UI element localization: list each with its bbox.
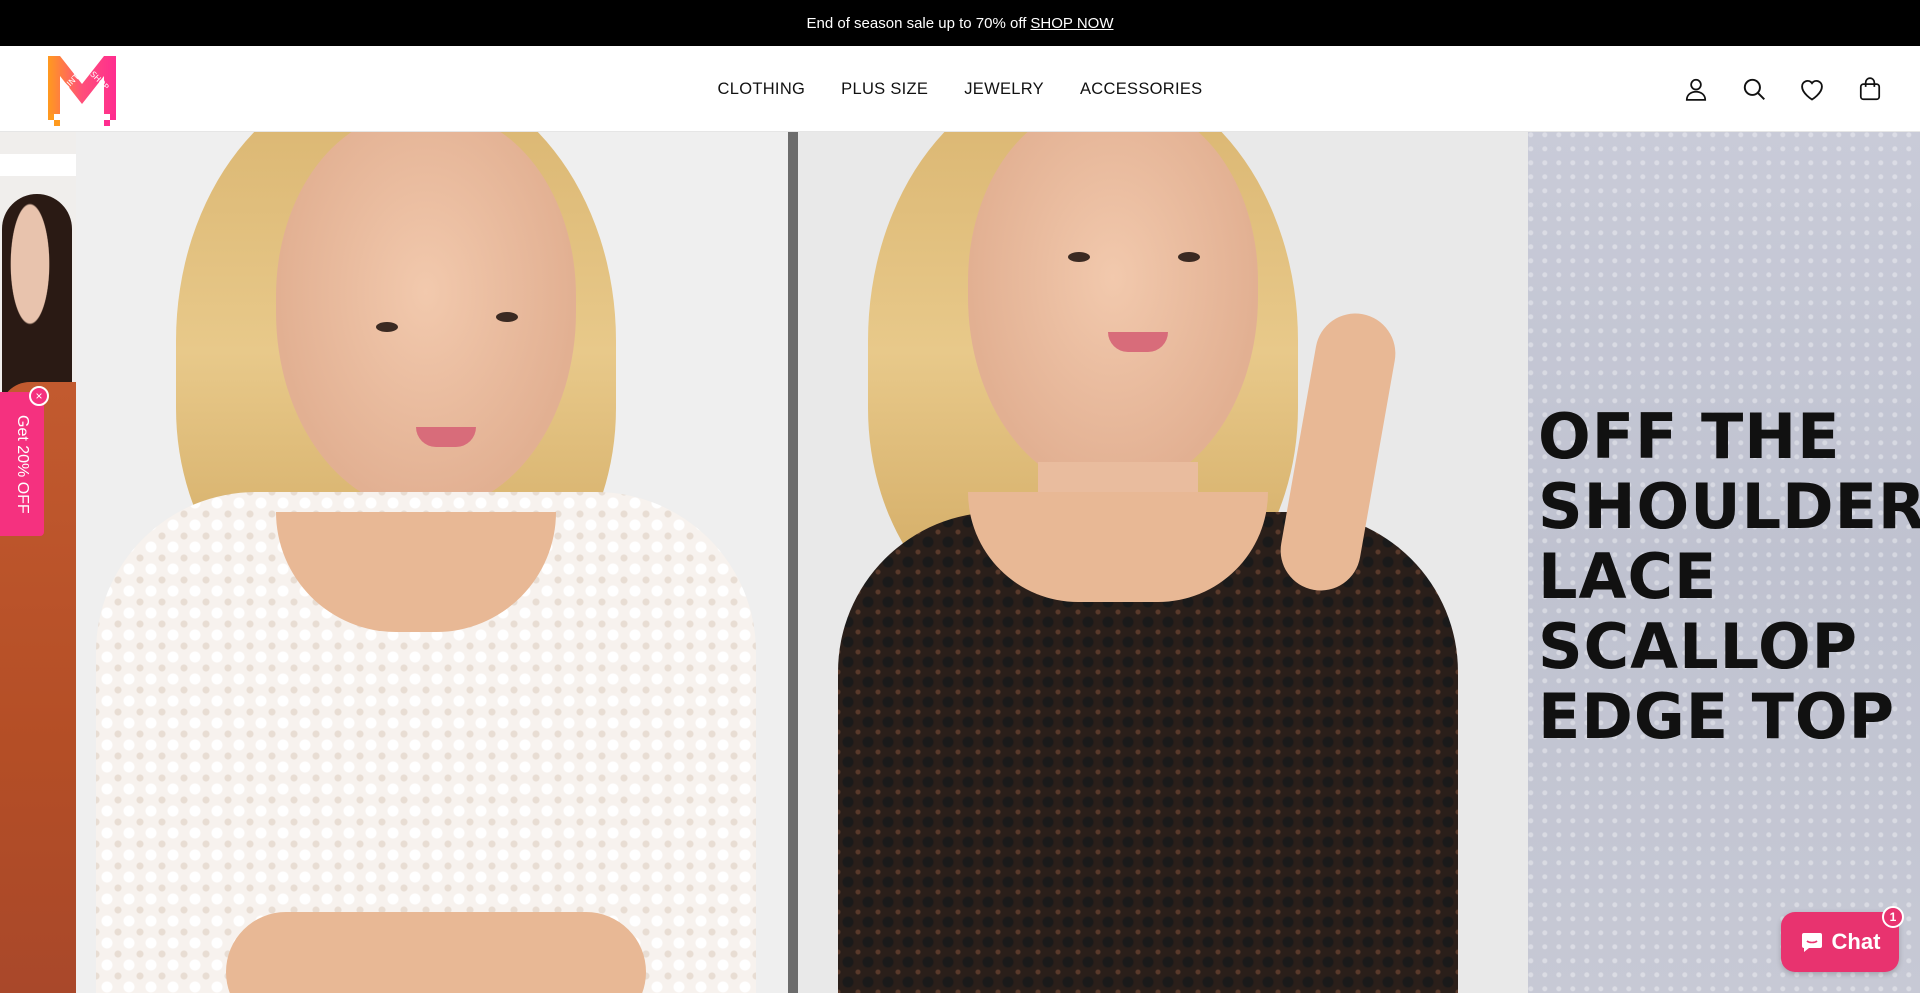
hero-banner[interactable]: OFF THE SHOULDER LACE SCALLOP EDGE TOP — [0, 132, 1920, 993]
chat-bubble-icon — [1801, 933, 1822, 952]
nav-clothing[interactable]: CLOTHING — [718, 80, 806, 99]
model-black-lace-image — [798, 132, 1528, 993]
discount-close-icon[interactable]: × — [29, 386, 49, 406]
logo-m-icon: MINT SHOP — [48, 56, 116, 126]
headline-line-3: LACE — [1538, 540, 1718, 613]
model-white-lace-image — [76, 132, 788, 993]
previous-slide-peek — [0, 132, 76, 993]
nav-plus-size[interactable]: PLUS SIZE — [841, 80, 928, 99]
image-divider — [788, 132, 798, 993]
shop-now-link[interactable]: SHOP NOW — [1030, 15, 1113, 32]
announcement-bar: End of season sale up to 70% off SHOP NO… — [0, 0, 1920, 46]
search-icon[interactable] — [1740, 75, 1768, 103]
nav-accessories[interactable]: ACCESSORIES — [1080, 80, 1203, 99]
discount-popup-tab[interactable]: Get 20% OFF — [0, 392, 44, 536]
headline-line-5: EDGE TOP — [1538, 680, 1896, 753]
nav-jewelry[interactable]: JEWELRY — [964, 80, 1044, 99]
account-icon[interactable] — [1682, 75, 1710, 103]
headline-line-1: OFF THE — [1538, 400, 1841, 473]
cart-bag-icon[interactable] — [1856, 75, 1884, 103]
main-nav: CLOTHING PLUS SIZE JEWELRY ACCESSORIES — [0, 46, 1920, 132]
headline-line-4: SCALLOP — [1538, 610, 1859, 683]
hero-headline: OFF THE SHOULDER LACE SCALLOP EDGE TOP — [1538, 400, 1920, 753]
headline-line-2: SHOULDER — [1538, 470, 1920, 543]
wishlist-heart-icon[interactable] — [1798, 75, 1826, 103]
discount-tab-label: Get 20% OFF — [14, 414, 31, 514]
site-header: MINT SHOP CLOTHING PLUS SIZE JEWELRY ACC… — [0, 46, 1920, 132]
chat-unread-badge: 1 — [1882, 906, 1904, 928]
chat-label: Chat — [1831, 929, 1881, 954]
announcement-text: End of season sale up to 70% off — [806, 14, 1027, 32]
chat-button[interactable]: Chat — [1781, 912, 1899, 972]
store-logo[interactable]: MINT SHOP — [46, 54, 118, 126]
header-icons — [1682, 46, 1884, 132]
